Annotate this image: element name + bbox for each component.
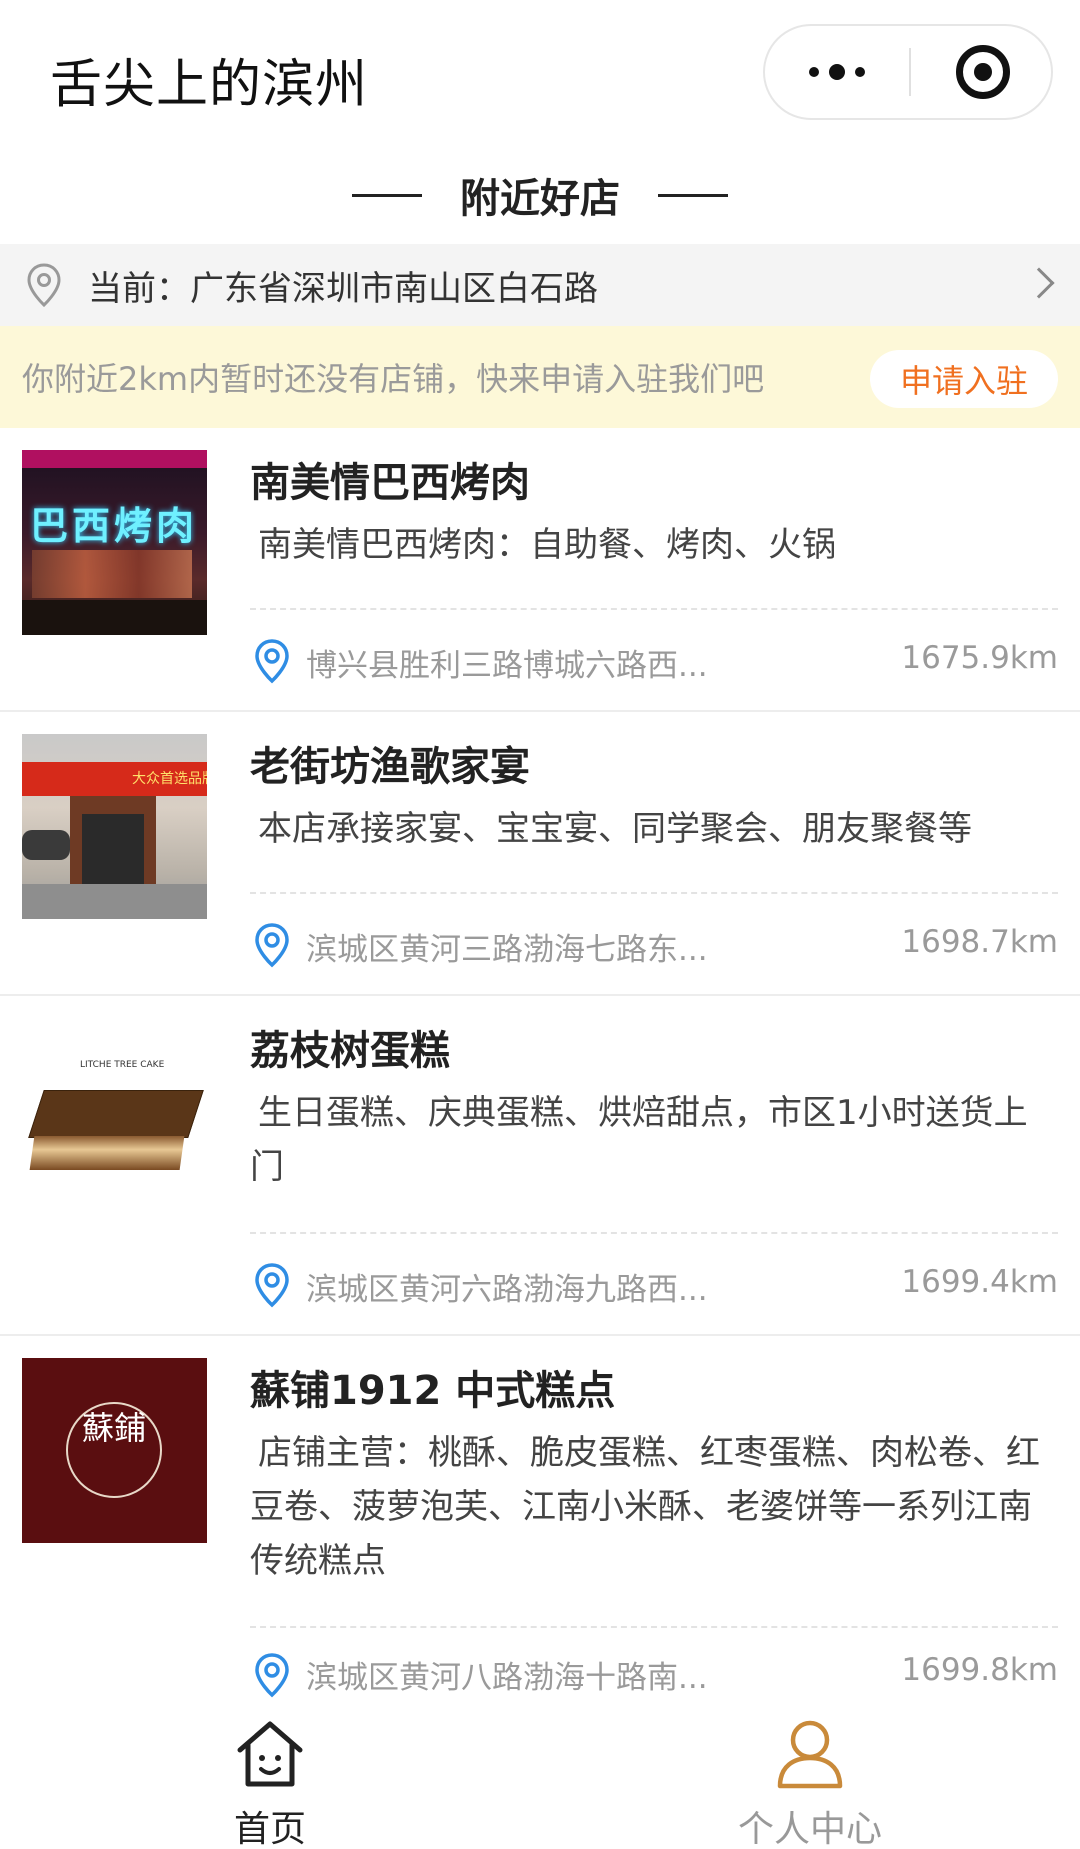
section-heading: 附近好店 [0,150,1080,240]
store-distance: 1699.8km [901,1652,1058,1688]
store-divider [250,892,1058,894]
tab-profile-label: 个人中心 [737,1809,882,1849]
store-item[interactable]: 大众首选品牌 老街坊渔歌家宴 本店承接家宴、宝宝宴、同学聚会、朋友聚餐等 滨城区… [0,712,1080,996]
store-distance: 1698.7km [901,924,1058,960]
mini-program-capsule [763,24,1053,120]
store-item[interactable]: LITCHE TREE CAKE 荔枝树蛋糕 生日蛋糕、庆典蛋糕、烘焙甜点，市区… [0,996,1080,1336]
thumb-sign-text: 大众首选品牌 [132,771,207,787]
thumb-sign-text: 蘇鋪 [82,1409,147,1447]
no-store-notice: 你附近2km内暂时还没有店铺，快来申请入驻我们吧 申请入驻 [0,326,1080,428]
store-address: 滨城区黄河六路渤海九路西... [306,1272,708,1308]
heading-line-right [658,193,728,197]
close-target-icon [956,45,1010,99]
store-thumbnail: LITCHE TREE CAKE [22,1018,207,1203]
store-divider [250,1626,1058,1628]
bottom-tab-bar: 首页 个人中心 [0,1700,1080,1849]
close-button[interactable] [911,26,1055,118]
store-thumbnail: 大众首选品牌 [22,734,207,919]
heading-line-left [352,193,422,197]
home-icon [237,1721,303,1787]
store-thumbnail: 巴西烤肉 [22,450,207,635]
tab-home-label: 首页 [233,1809,306,1849]
store-item[interactable]: 巴西烤肉 南美情巴西烤肉 南美情巴西烤肉：自助餐、烤肉、火锅 博兴县胜利三路博城… [0,428,1080,712]
app-title: 舌尖上的滨州 [50,55,369,115]
chevron-right-icon [1023,267,1055,299]
section-title: 附近好店 [460,176,620,222]
store-item[interactable]: 蘇鋪 蘇铺1912 中式糕点 店铺主营：桃酥、脆皮蛋糕、红枣蛋糕、肉松卷、红豆卷… [0,1336,1080,1700]
top-navbar: 舌尖上的滨州 [0,0,1080,148]
more-dot-icon [809,67,819,77]
store-name: 老街坊渔歌家宴 [250,744,530,790]
address-pin-icon [255,1653,289,1698]
thumb-sign-text: 巴西烤肉 [30,504,199,548]
address-pin-icon [255,923,289,968]
address-pin-icon [255,1263,289,1308]
current-location-text: 当前：广东省深圳市南山区白石路 [88,268,598,309]
store-address: 滨城区黄河三路渤海七路东... [306,932,708,968]
more-dot-icon [829,64,845,80]
user-icon [777,1720,843,1789]
store-description: 生日蛋糕、庆典蛋糕、烘焙甜点，市区1小时送货上门 [250,1093,1028,1187]
thumb-sign-text: LITCHE TREE CAKE [80,1060,165,1070]
tab-profile[interactable]: 个人中心 [660,1700,960,1849]
store-name: 荔枝树蛋糕 [250,1028,450,1074]
store-description: 南美情巴西烤肉：自助餐、烤肉、火锅 [258,525,836,565]
more-dot-icon [855,67,865,77]
store-divider [250,608,1058,610]
store-description: 店铺主营：桃酥、脆皮蛋糕、红枣蛋糕、肉松卷、红豆卷、菠萝泡芙、江南小米酥、老婆饼… [250,1433,1040,1581]
tab-home[interactable]: 首页 [120,1700,420,1849]
store-name: 蘇铺1912 中式糕点 [250,1368,616,1414]
address-pin-icon [255,639,289,684]
store-description: 本店承接家宴、宝宝宴、同学聚会、朋友聚餐等 [258,809,972,849]
store-distance: 1675.9km [901,640,1058,676]
store-distance: 1699.4km [901,1264,1058,1300]
current-location-bar[interactable]: 当前：广东省深圳市南山区白石路 [0,244,1080,326]
more-menu-button[interactable] [765,26,909,118]
store-thumbnail: 蘇鋪 [22,1358,207,1543]
store-name: 南美情巴西烤肉 [250,460,530,506]
store-address: 滨城区黄河八路渤海十路南... [306,1660,708,1696]
location-pin-icon [27,263,61,307]
apply-join-button[interactable]: 申请入驻 [869,350,1058,408]
store-divider [250,1232,1058,1234]
notice-text: 你附近2km内暂时还没有店铺，快来申请入驻我们吧 [22,360,765,398]
store-address: 博兴县胜利三路博城六路西... [306,648,708,684]
